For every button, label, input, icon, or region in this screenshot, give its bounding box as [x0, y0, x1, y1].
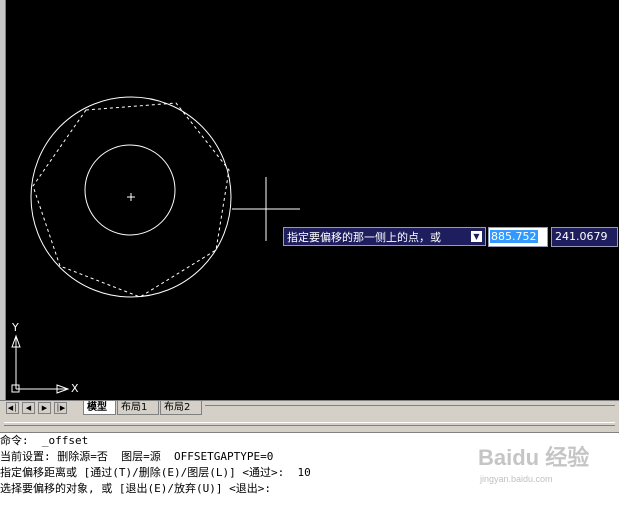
command-prompt-line: 选择要偏移的对象, 或 [退出(E)/放弃(U)] <退出>: [0, 482, 271, 495]
ucs-x-label: X [71, 382, 79, 395]
next-tab-icon[interactable]: ▶ [38, 402, 51, 414]
prev-tab-icon[interactable]: ◀ [22, 402, 35, 414]
tab-layout2[interactable]: 布局2 [160, 401, 202, 415]
tab-layout1[interactable]: 布局1 [117, 401, 159, 415]
dynamic-input-prompt-text: 指定要偏移的那一侧上的点，或 [287, 231, 441, 244]
command-history-line: 命令: _offset [0, 434, 89, 447]
down-arrow-icon[interactable]: ▼ [471, 231, 482, 242]
ucs-y-label: Y [12, 321, 19, 334]
autocad-window: Y X 指定要偏移的那一侧上的点，或 ▼ 885.752 241.0679 ◀│… [0, 0, 619, 505]
command-history-line: 当前设置: 删除源=否 图层=源 OFFSETGAPTYPE=0 [0, 450, 274, 463]
x-value-text: 885.752 [490, 230, 538, 243]
left-frame-border [0, 0, 6, 415]
inner-circle[interactable] [84, 144, 176, 236]
command-history-line: 指定偏移距离或 [通过(T)/删除(E)/图层(L)] <通过>: 10 [0, 466, 311, 479]
baidu-watermark-url: jingyan.baidu.com [480, 474, 553, 484]
dynamic-input-y-field[interactable]: 241.0679 [551, 227, 618, 247]
dynamic-input-prompt: 指定要偏移的那一侧上的点，或 ▼ [283, 227, 486, 246]
command-window-splitter[interactable] [0, 415, 619, 433]
drawing-viewport[interactable]: Y X 指定要偏移的那一侧上的点，或 ▼ 885.752 241.0679 [0, 0, 619, 400]
last-tab-icon[interactable]: │▶ [54, 402, 67, 414]
layout-tab-bar: ◀│ ◀ ▶ │▶ 模型 布局1 布局2 [0, 400, 619, 415]
first-tab-icon[interactable]: ◀│ [6, 402, 19, 414]
drawing-canvas[interactable] [0, 0, 619, 400]
dynamic-input-x-field[interactable]: 885.752 [488, 227, 548, 247]
horizontal-scrollbar[interactable] [205, 405, 615, 412]
splitter-grip [4, 422, 615, 426]
tab-model[interactable]: 模型 [83, 401, 116, 415]
